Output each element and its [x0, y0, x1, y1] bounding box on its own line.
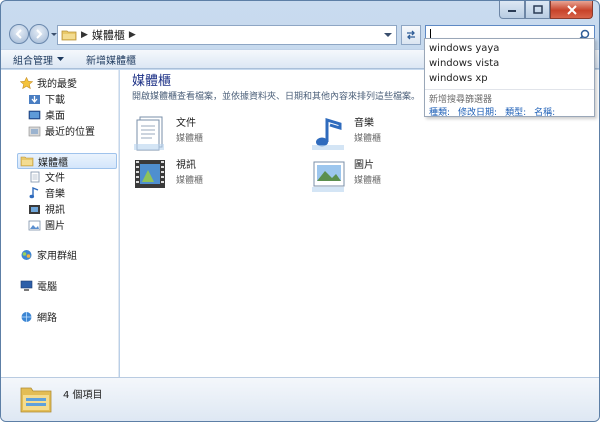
organize-button[interactable]: 組合管理 — [13, 52, 64, 67]
library-item-videos[interactable]: 視訊 媒體櫃 — [132, 156, 203, 194]
sidebar-item-recent-places[interactable]: 最近的位置 — [27, 123, 95, 138]
library-folder-icon — [20, 155, 34, 167]
minimize-icon — [508, 9, 516, 12]
library-name: 視訊 — [176, 160, 196, 171]
maximize-button[interactable] — [525, 1, 550, 19]
search-suggestions-dropdown: windows yaya windows vista windows xp 新增… — [424, 38, 595, 118]
star-icon — [19, 76, 33, 89]
recent-places-icon — [27, 125, 41, 137]
library-folder-icon — [20, 387, 52, 413]
maximize-icon — [532, 5, 543, 14]
breadcrumb-chevron-icon[interactable]: ▶ — [129, 30, 136, 40]
arrow-left-icon — [15, 29, 22, 39]
folder-icon — [61, 30, 77, 41]
sidebar-item-downloads[interactable]: 下載 — [27, 91, 65, 106]
music-library-icon — [312, 117, 344, 150]
library-name: 文件 — [176, 118, 196, 129]
minimize-button[interactable] — [499, 1, 525, 19]
address-bar[interactable]: ▶ 媒體櫃 ▶ — [57, 25, 397, 45]
sidebar-item-libraries[interactable]: 媒體櫃 — [17, 153, 117, 169]
computer-icon — [19, 280, 33, 292]
sidebar-item-network[interactable]: 網路 — [19, 309, 57, 324]
refresh-button[interactable] — [401, 25, 421, 45]
sidebar-item-label: 我的最愛 — [37, 79, 77, 90]
library-kind: 媒體櫃 — [354, 134, 382, 144]
explorer-window: ▶ 媒體櫃 ▶ 組合管理 新增媒體櫃 我的最愛 下載 桌面 最近的位置 媒體櫃 … — [0, 0, 600, 422]
sidebar-item-label: 媒體櫃 — [38, 157, 68, 169]
page-title: 媒體櫃 — [132, 74, 172, 89]
library-kind: 媒體櫃 — [354, 176, 382, 186]
music-note-icon — [27, 186, 41, 199]
page-subtitle: 開啟媒體櫃查看檔案，並依據資料夾、日期和其他內容來排列這些檔案。 — [132, 92, 421, 102]
videos-library-icon — [135, 160, 165, 188]
sidebar-item-videos[interactable]: 視訊 — [27, 201, 65, 216]
document-icon — [27, 171, 41, 183]
library-kind: 媒體櫃 — [176, 134, 204, 144]
new-library-button[interactable]: 新增媒體櫃 — [86, 52, 136, 67]
sidebar-item-favorites[interactable]: 我的最愛 — [19, 75, 77, 90]
sidebar-item-computer[interactable]: 電腦 — [19, 278, 57, 293]
search-suggestion[interactable]: windows xp — [429, 73, 488, 84]
sidebar-item-label: 圖片 — [45, 221, 65, 232]
desktop-icon — [27, 109, 41, 121]
close-icon — [566, 4, 577, 15]
homegroup-icon — [19, 249, 33, 261]
downloads-folder-icon — [27, 93, 41, 105]
new-library-label: 新增媒體櫃 — [86, 55, 136, 67]
network-icon — [19, 311, 33, 323]
filter-date-modified[interactable]: 修改日期: — [458, 105, 497, 118]
arrow-right-icon — [36, 29, 43, 39]
library-name: 音樂 — [354, 118, 374, 129]
search-suggestion[interactable]: windows vista — [429, 58, 499, 69]
close-button[interactable] — [550, 1, 593, 19]
library-item-music[interactable]: 音樂 媒體櫃 — [310, 114, 381, 152]
sidebar-item-label: 最近的位置 — [45, 127, 95, 138]
breadcrumb-libraries[interactable]: 媒體櫃 — [92, 27, 125, 43]
details-pane: 4 個項目 — [1, 377, 599, 421]
sidebar-item-label: 家用群組 — [37, 251, 77, 262]
sidebar-item-pictures[interactable]: 圖片 — [27, 217, 65, 232]
video-icon — [27, 203, 41, 215]
picture-icon — [27, 219, 41, 231]
sidebar-item-documents[interactable]: 文件 — [27, 169, 65, 184]
organize-label: 組合管理 — [13, 55, 53, 67]
filter-type[interactable]: 類型: — [505, 105, 526, 118]
divider — [425, 89, 594, 90]
documents-library-icon — [134, 116, 164, 151]
address-dropdown-icon[interactable] — [384, 32, 392, 38]
back-button[interactable] — [9, 24, 29, 44]
item-count: 4 個項目 — [63, 390, 103, 401]
sidebar-item-label: 網路 — [37, 313, 57, 324]
sidebar-item-label: 視訊 — [45, 205, 65, 216]
filter-kind[interactable]: 種類: — [429, 105, 450, 118]
search-filters: 種類: 修改日期: 類型: 名稱: — [429, 105, 555, 118]
forward-button[interactable] — [29, 24, 49, 44]
refresh-icon — [407, 30, 415, 40]
pictures-library-icon — [312, 161, 345, 192]
library-name: 圖片 — [354, 160, 374, 171]
sidebar-item-music[interactable]: 音樂 — [27, 185, 65, 200]
breadcrumb-chevron-icon[interactable]: ▶ — [81, 30, 88, 40]
sidebar-item-label: 音樂 — [45, 189, 65, 200]
chevron-down-icon — [57, 56, 64, 61]
sidebar-item-homegroup[interactable]: 家用群組 — [19, 247, 77, 262]
sidebar-item-label: 文件 — [45, 173, 65, 184]
sidebar-item-label: 下載 — [45, 95, 65, 106]
navigation-pane: 我的最愛 下載 桌面 最近的位置 媒體櫃 文件 音樂 視訊 圖片 家用群組 電腦… — [1, 70, 119, 377]
add-search-filter-label: 新增搜尋篩選器 — [429, 95, 493, 105]
library-kind: 媒體櫃 — [176, 176, 204, 186]
search-suggestion[interactable]: windows yaya — [429, 43, 499, 54]
caption-buttons — [499, 1, 593, 19]
library-item-pictures[interactable]: 圖片 媒體櫃 — [310, 156, 381, 194]
sidebar-item-label: 桌面 — [45, 111, 65, 122]
sidebar-item-desktop[interactable]: 桌面 — [27, 107, 65, 122]
sidebar-item-label: 電腦 — [37, 282, 57, 293]
library-item-documents[interactable]: 文件 媒體櫃 — [132, 114, 203, 152]
filter-name[interactable]: 名稱: — [534, 105, 555, 118]
